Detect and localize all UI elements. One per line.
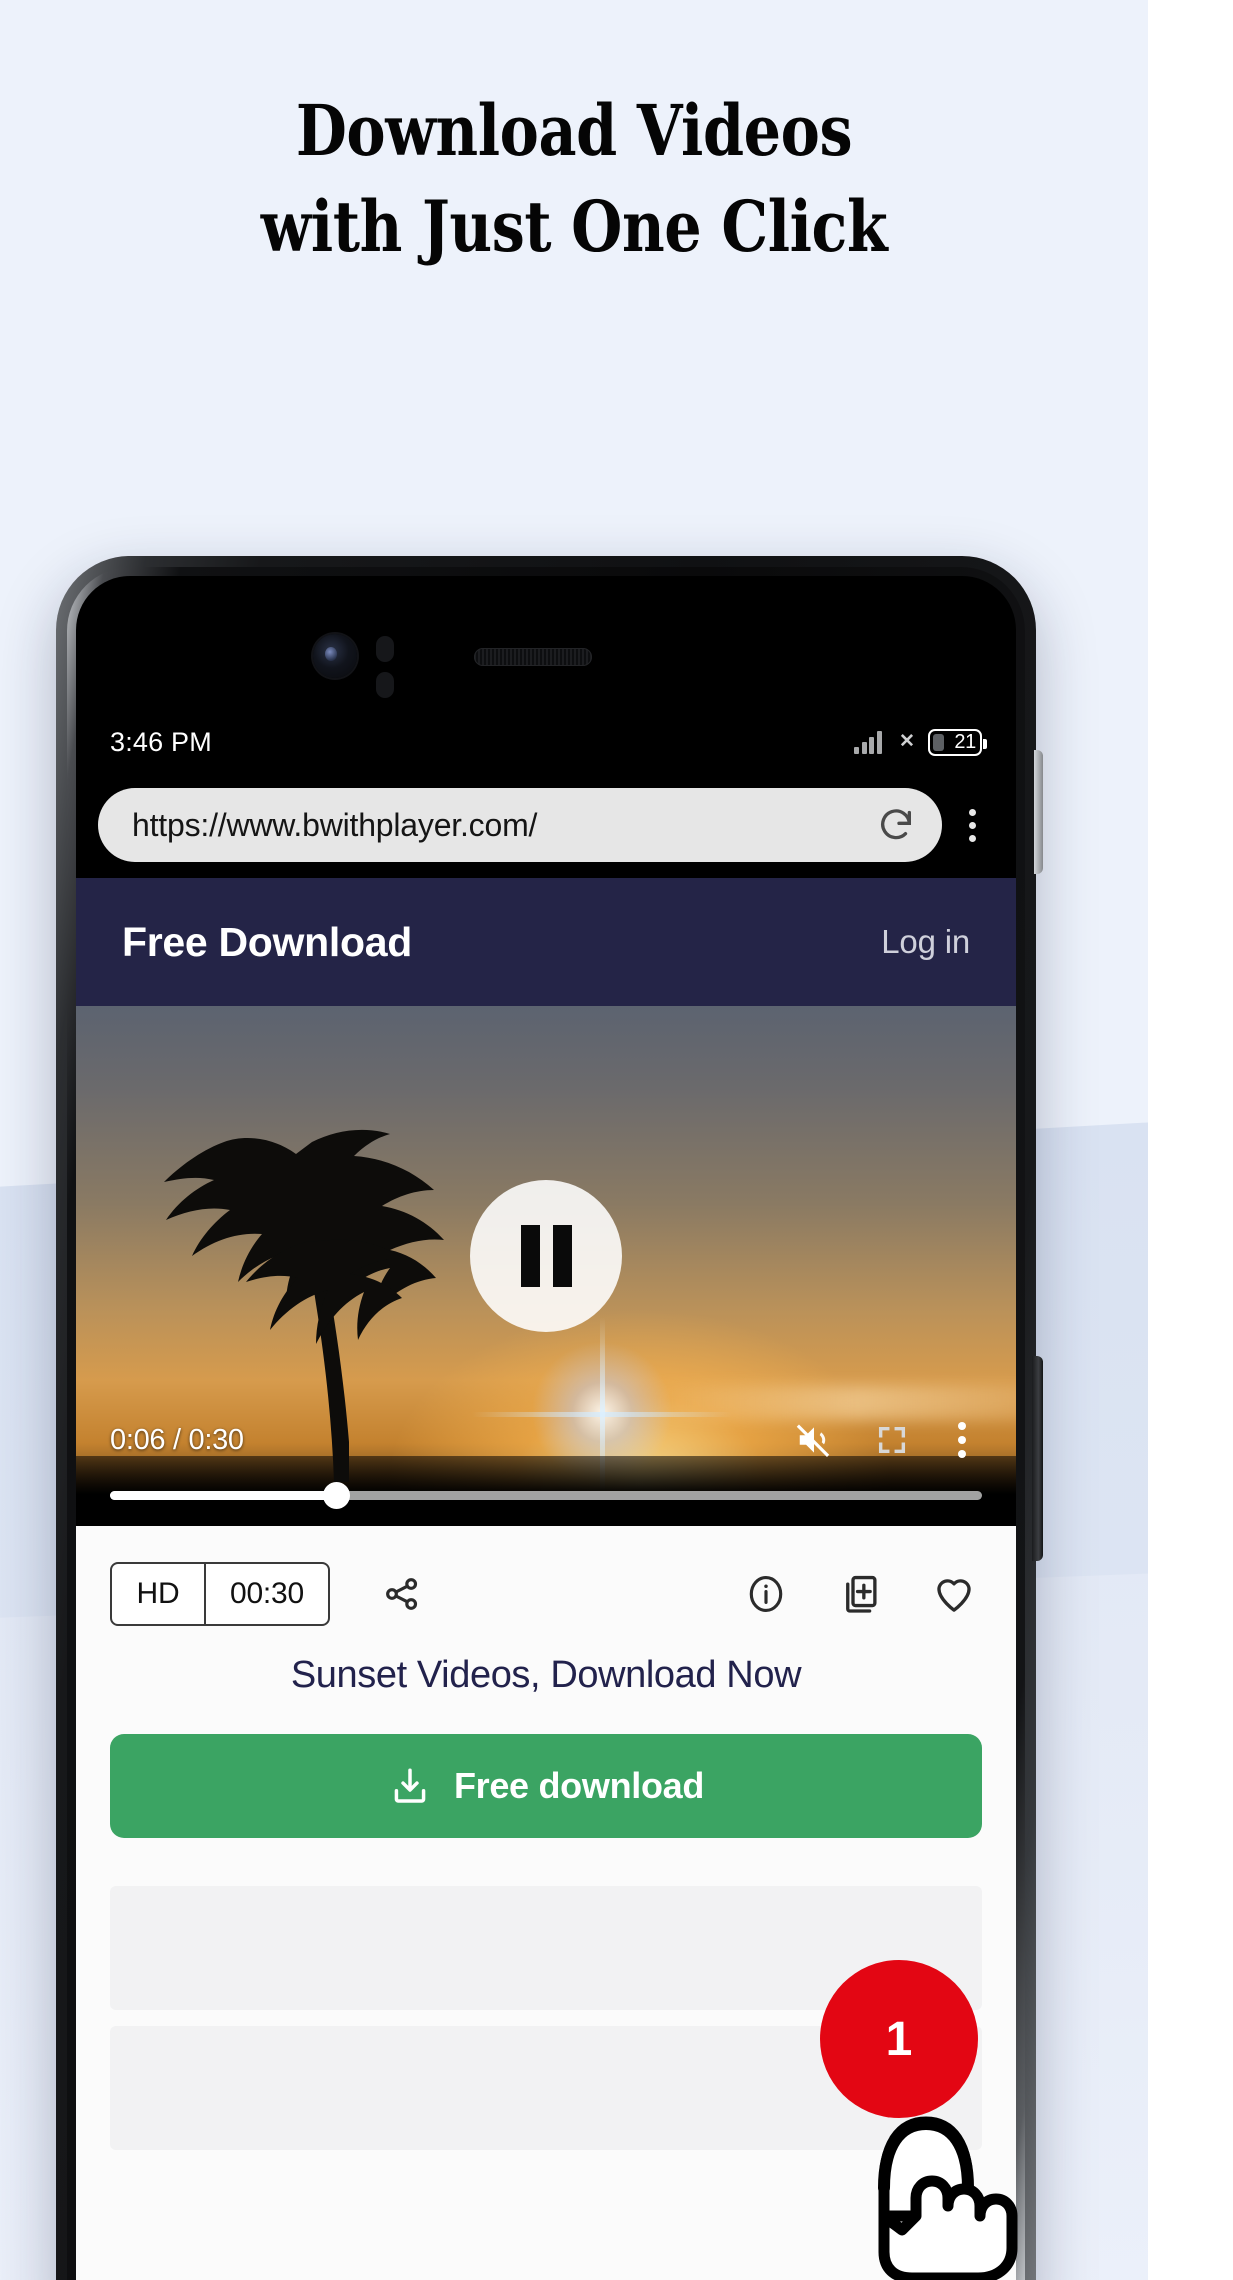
video-meta-row: HD 00:30 — [76, 1548, 1016, 1640]
volume-button[interactable] — [1034, 750, 1043, 874]
front-camera-icon — [313, 634, 357, 678]
info-circle-icon[interactable] — [738, 1566, 794, 1622]
volume-muted-icon[interactable] — [786, 1418, 842, 1462]
no-sim-x-icon: ✕ — [899, 731, 915, 752]
player-more-icon[interactable] — [942, 1422, 982, 1458]
site-header: Free Download Log in — [76, 878, 1016, 1006]
add-to-collection-icon[interactable] — [832, 1566, 888, 1622]
player-time-display: 0:06 / 0:30 — [110, 1423, 244, 1456]
fullscreen-icon[interactable] — [864, 1418, 920, 1462]
progress-filled — [110, 1491, 337, 1500]
status-bar-time: 3:46 PM — [110, 726, 212, 757]
status-bar-indicators: ✕ 21 — [854, 728, 987, 756]
light-sensor-icon — [376, 672, 394, 698]
video-title: Sunset Videos, Download Now — [290, 1654, 802, 1696]
video-player[interactable]: 0:06 / 0:30 — [76, 1006, 1016, 1526]
battery-level-label: 21 — [954, 730, 976, 753]
canvas-right-gutter — [1148, 0, 1233, 2280]
video-quality-duration-badge: HD 00:30 — [110, 1562, 330, 1626]
headline-line-2: with Just One Click — [260, 185, 888, 268]
signal-bars-no-sim-icon — [854, 730, 888, 754]
browser-toolbar: https://www.bwithplayer.com/ — [76, 772, 1016, 878]
address-bar[interactable]: https://www.bwithplayer.com/ — [98, 788, 942, 862]
duration-badge-label: 00:30 — [229, 1577, 305, 1610]
hand-pointer-icon — [826, 2066, 1026, 2280]
earpiece-speaker — [474, 648, 592, 666]
page-title: Download Videos with Just One Click — [92, 96, 1056, 262]
reload-icon[interactable] — [876, 805, 916, 845]
url-text[interactable]: https://www.bwithplayer.com/ — [132, 807, 876, 844]
free-download-button[interactable]: Free download — [110, 1734, 982, 1838]
status-bar: 3:46 PM ✕ 21 — [76, 712, 1016, 772]
promo-canvas: Download Videos with Just One Click 3:46… — [0, 0, 1148, 2280]
download-icon — [388, 1764, 432, 1808]
heart-icon[interactable] — [926, 1566, 982, 1622]
proximity-sensor-icon — [376, 636, 394, 662]
site-brand-label: Free Download — [122, 918, 412, 965]
player-controls: 0:06 / 0:30 — [76, 1410, 1016, 1470]
player-progress-bar[interactable] — [110, 1482, 982, 1509]
quality-badge-label: HD — [112, 1564, 206, 1624]
battery-icon: 21 — [928, 728, 987, 756]
power-button[interactable] — [1032, 1356, 1043, 1561]
browser-menu-icon[interactable] — [948, 808, 996, 842]
headline-line-1: Download Videos — [295, 89, 853, 172]
login-link[interactable]: Log in — [881, 923, 970, 961]
share-icon[interactable] — [374, 1566, 430, 1622]
step-number-label: 1 — [885, 2012, 913, 2066]
free-download-label: Free download — [453, 1765, 705, 1806]
pause-button[interactable] — [470, 1180, 622, 1332]
video-action-icons — [738, 1566, 982, 1622]
